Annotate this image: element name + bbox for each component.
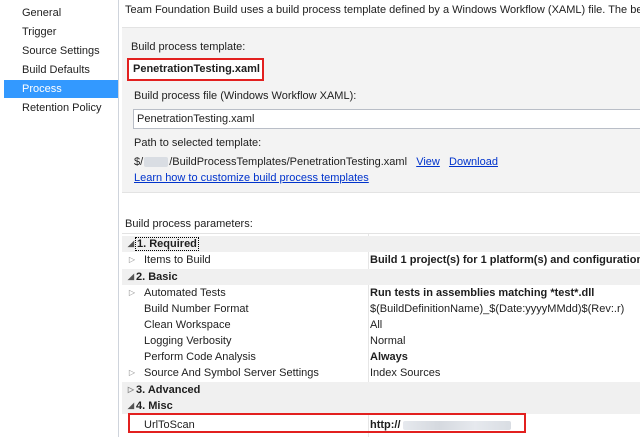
category-label: 3. Advanced	[136, 384, 201, 396]
template-name: PenetrationTesting.xaml	[127, 58, 264, 81]
learn-customize-link[interactable]: Learn how to customize build process tem…	[134, 172, 369, 184]
param-name: UrlToScan	[144, 419, 195, 431]
expanded-icon[interactable]: ◢	[126, 269, 136, 285]
param-row-build-number-format[interactable]: Build Number Format $(BuildDefinitionNam…	[122, 301, 640, 317]
build-process-file-select[interactable]: PenetrationTesting.xaml	[133, 109, 640, 129]
collapsed-icon[interactable]: ▷	[127, 252, 137, 268]
redacted-text	[402, 420, 511, 430]
category-label: 2. Basic	[136, 271, 178, 283]
param-value: Run tests in assemblies matching *test*.…	[370, 287, 595, 299]
template-group: Build process template: PenetrationTesti…	[122, 27, 640, 193]
param-value[interactable]: http://	[370, 417, 511, 433]
nav-item-trigger[interactable]: Trigger	[4, 23, 118, 41]
file-label: Build process file (Windows Workflow XAM…	[134, 90, 357, 102]
path-value: /BuildProcessTemplates/PenetrationTestin…	[169, 156, 408, 168]
param-name: Source And Symbol Server Settings	[144, 367, 319, 379]
category-misc[interactable]: ◢ 4. Misc	[122, 398, 640, 414]
nav-item-process[interactable]: Process	[4, 80, 118, 98]
nav-item-retention-policy[interactable]: Retention Policy	[4, 99, 118, 117]
download-link[interactable]: Download	[449, 156, 498, 168]
category-required[interactable]: ◢ 1. Required	[122, 236, 640, 252]
nav-item-source-settings[interactable]: Source Settings	[4, 42, 118, 60]
param-row-clean-workspace[interactable]: Clean Workspace All	[122, 317, 640, 333]
path-label: Path to selected template:	[134, 137, 262, 149]
collapsed-icon[interactable]: ▷	[127, 285, 137, 301]
param-value: All	[370, 319, 383, 331]
params-label: Build process parameters:	[125, 218, 253, 230]
process-panel: Team Foundation Build uses a build proce…	[120, 0, 640, 437]
param-name: Automated Tests	[144, 287, 226, 299]
param-value: $(BuildDefinitionName)_$(Date:yyyyMMdd)$…	[370, 303, 625, 315]
param-name: Logging Verbosity	[144, 335, 232, 347]
param-name: Items to Build	[144, 254, 211, 266]
expanded-icon[interactable]: ◢	[126, 398, 136, 414]
param-row-automated-tests[interactable]: ▷ Automated Tests Run tests in assemblie…	[122, 285, 640, 301]
category-basic[interactable]: ◢ 2. Basic	[122, 269, 640, 285]
param-value: Index Sources	[370, 367, 441, 379]
param-row-logging-verbosity[interactable]: Logging Verbosity Normal	[122, 333, 640, 349]
collapsed-icon[interactable]: ▷	[127, 365, 137, 381]
url-to-scan-value: http://	[370, 419, 401, 431]
view-link[interactable]: View	[416, 156, 440, 168]
params-grid: ◢ 1. Required ▷ Items to Build Build 1 p…	[122, 233, 640, 437]
category-label: 1. Required	[135, 237, 199, 251]
param-value: Always	[370, 351, 408, 363]
process-description: Team Foundation Build uses a build proce…	[125, 4, 640, 16]
nav-item-build-defaults[interactable]: Build Defaults	[4, 61, 118, 79]
param-value: Normal	[370, 335, 406, 347]
param-row-code-analysis[interactable]: Perform Code Analysis Always	[122, 349, 640, 365]
param-name: Clean Workspace	[144, 319, 231, 331]
param-value: Build 1 project(s) for 1 platform(s) and…	[370, 254, 640, 266]
param-row-url-to-scan[interactable]: UrlToScan http://	[122, 417, 640, 433]
param-row-items-to-build[interactable]: ▷ Items to Build Build 1 project(s) for …	[122, 252, 640, 268]
template-path: $/ /BuildProcessTemplates/PenetrationTest…	[134, 156, 498, 168]
settings-nav: General Trigger Source Settings Build De…	[0, 0, 119, 437]
redacted-text	[144, 157, 169, 168]
path-prefix: $/	[134, 156, 144, 168]
nav-item-general[interactable]: General	[4, 4, 118, 22]
template-section-label: Build process template:	[131, 41, 246, 53]
collapsed-icon[interactable]: ▷	[126, 382, 136, 398]
param-row-symbol-server[interactable]: ▷ Source And Symbol Server Settings Inde…	[122, 365, 640, 381]
category-label: 4. Misc	[136, 400, 173, 412]
category-advanced[interactable]: ▷ 3. Advanced	[122, 382, 640, 398]
param-name: Build Number Format	[144, 303, 249, 315]
param-name: Perform Code Analysis	[144, 351, 256, 363]
expanded-icon[interactable]: ◢	[126, 236, 136, 252]
